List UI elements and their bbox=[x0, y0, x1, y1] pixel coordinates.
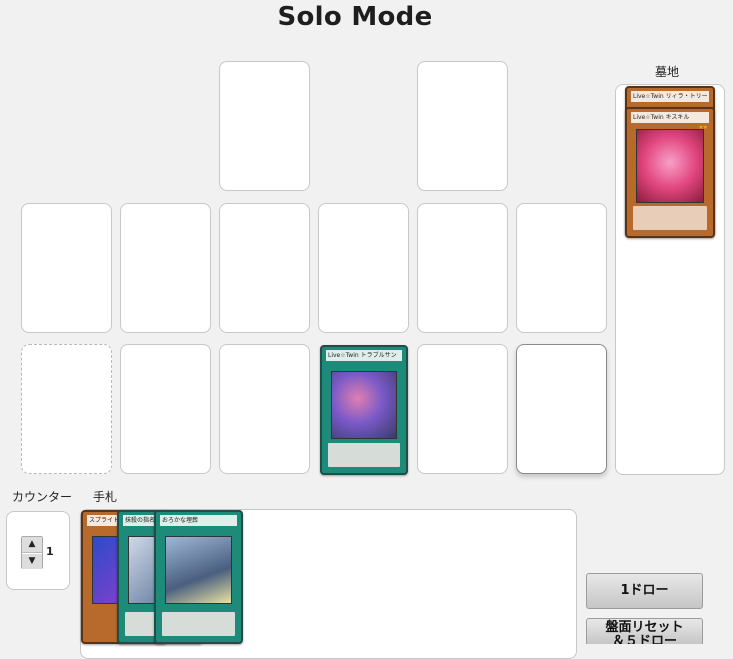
counter-label: カウンター bbox=[12, 490, 73, 504]
card-text-box bbox=[328, 443, 400, 467]
card-artwork bbox=[331, 371, 397, 439]
card-artwork bbox=[636, 129, 704, 203]
page-title: Solo Mode bbox=[277, 2, 433, 32]
card-name: Live☆Twin リィラ・トリート bbox=[631, 91, 709, 102]
extra-monster-zone-left[interactable] bbox=[219, 61, 310, 191]
monster-zone-5[interactable] bbox=[516, 203, 607, 333]
graveyard-label: 墓地 bbox=[655, 65, 680, 79]
counter-increment-button[interactable]: ▲ bbox=[22, 537, 42, 553]
field-zone[interactable] bbox=[21, 203, 112, 333]
counter-spinner[interactable]: ▲ ▼ bbox=[21, 536, 43, 569]
spell-trap-zone-5[interactable] bbox=[516, 344, 607, 474]
draw-one-button[interactable]: 1ドロー bbox=[586, 573, 703, 609]
monster-zone-1[interactable] bbox=[120, 203, 211, 333]
spell-trap-zone-4[interactable] bbox=[417, 344, 508, 474]
card-artwork bbox=[165, 536, 232, 604]
card-text-box bbox=[162, 612, 235, 636]
card-name: おろかな埋葬 bbox=[160, 515, 237, 526]
card-name: Live☆Twin キスキル bbox=[631, 112, 709, 123]
spell-trap-zone-1[interactable] bbox=[120, 344, 211, 474]
extra-monster-zone-right[interactable] bbox=[417, 61, 508, 191]
monster-zone-2[interactable] bbox=[219, 203, 310, 333]
reset-and-draw-five-button[interactable]: 盤面リセット ＆５ドロー bbox=[586, 618, 703, 644]
field-spell-card[interactable]: Live☆Twin トラブルサン bbox=[320, 345, 408, 475]
hand-card-3[interactable]: おろかな埋葬 bbox=[154, 510, 243, 644]
hand-label: 手札 bbox=[93, 490, 118, 504]
counter-decrement-button[interactable]: ▼ bbox=[22, 553, 42, 569]
spell-trap-zone-2[interactable] bbox=[219, 344, 310, 474]
counter-value: 1 bbox=[46, 545, 54, 558]
card-name: Live☆Twin トラブルサン bbox=[326, 350, 402, 361]
monster-zone-3[interactable] bbox=[318, 203, 409, 333]
card-text-box bbox=[633, 206, 707, 230]
extra-deck-zone[interactable] bbox=[21, 344, 112, 474]
graveyard-card-top[interactable]: Live☆Twin キスキル ★★ bbox=[625, 107, 715, 238]
monster-zone-4[interactable] bbox=[417, 203, 508, 333]
counter-panel: ▲ ▼ 1 bbox=[6, 511, 70, 590]
